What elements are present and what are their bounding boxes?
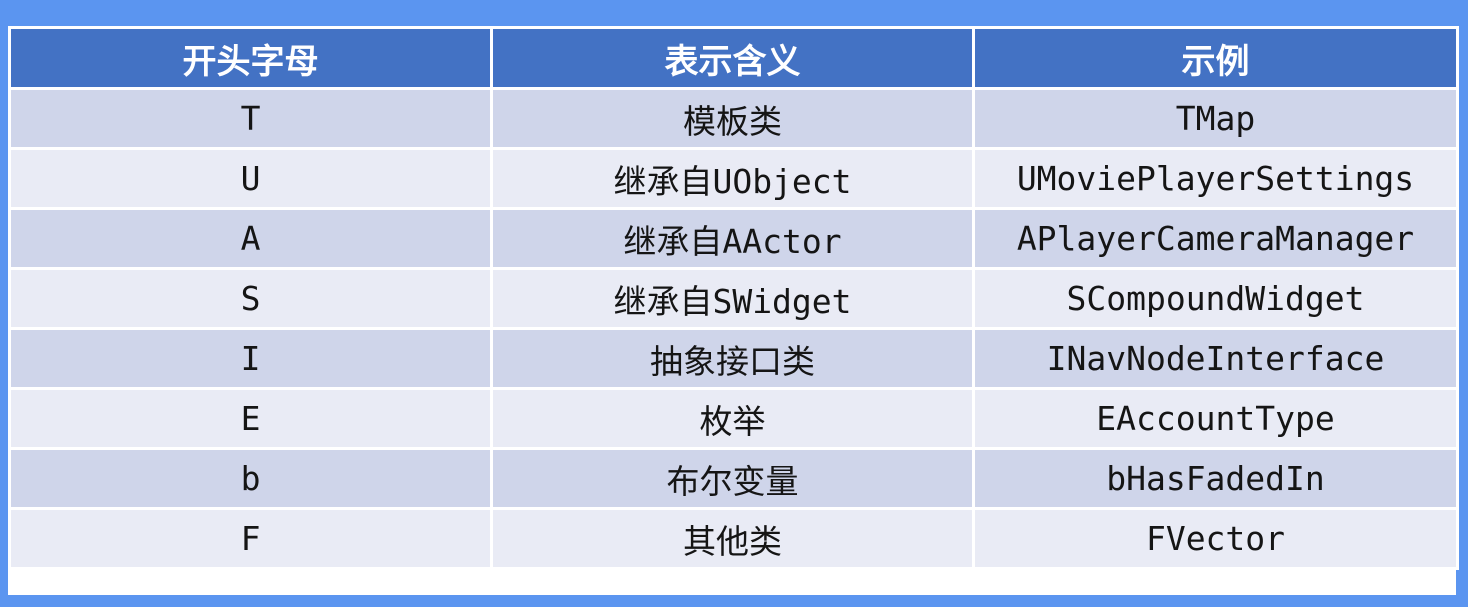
cell-example: FVector [972,507,1459,570]
cell-example: EAccountType [972,387,1459,450]
cell-prefix: b [8,447,493,510]
cell-meaning: 继承自AActor [490,207,975,270]
cell-example: INavNodeInterface [972,327,1459,390]
cell-meaning: 其他类 [490,507,975,570]
header-meaning: 表示含义 [490,26,975,90]
table-row: U 继承自UObject UMoviePlayerSettings [8,147,1459,210]
cell-example: TMap [972,87,1459,150]
cell-prefix: E [8,387,493,450]
cell-prefix: F [8,507,493,570]
header-example: 示例 [972,26,1459,90]
cell-meaning: 继承自SWidget [490,267,975,330]
cell-example: UMoviePlayerSettings [972,147,1459,210]
naming-prefix-table: 开头字母 表示含义 示例 T 模板类 TMap U 继承自UObject UMo… [8,26,1459,570]
cell-prefix: S [8,267,493,330]
cell-meaning: 布尔变量 [490,447,975,510]
prefix-table-container: 开头字母 表示含义 示例 T 模板类 TMap U 继承自UObject UMo… [8,26,1459,595]
cell-meaning: 枚举 [490,387,975,450]
cell-prefix: I [8,327,493,390]
cell-prefix: T [8,87,493,150]
header-prefix: 开头字母 [8,26,493,90]
table-row: S 继承自SWidget SCompoundWidget [8,267,1459,330]
cell-prefix: A [8,207,493,270]
table-row: b 布尔变量 bHasFadedIn [8,447,1459,510]
table-row: F 其他类 FVector [8,507,1459,570]
cell-prefix: U [8,147,493,210]
table-row: T 模板类 TMap [8,87,1459,150]
cell-example: SCompoundWidget [972,267,1459,330]
table-row: E 枚举 EAccountType [8,387,1459,450]
table-header-row: 开头字母 表示含义 示例 [8,26,1459,90]
cell-example: bHasFadedIn [972,447,1459,510]
cell-meaning: 模板类 [490,87,975,150]
table-row: I 抽象接口类 INavNodeInterface [8,327,1459,390]
cell-meaning: 继承自UObject [490,147,975,210]
table-row: A 继承自AActor APlayerCameraManager [8,207,1459,270]
cell-meaning: 抽象接口类 [490,327,975,390]
cell-example: APlayerCameraManager [972,207,1459,270]
